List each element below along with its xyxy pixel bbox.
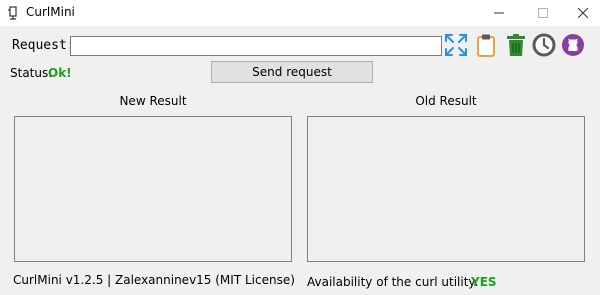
minimize-button[interactable] [476,0,522,26]
minimize-icon [494,12,504,14]
curl-availability-label: Availability of the curl utility: [307,275,479,289]
close-icon [578,8,588,18]
expand-button[interactable] [443,32,469,58]
history-button[interactable] [531,32,557,58]
new-result-label: New Result [119,94,187,108]
request-label: Request: [12,38,75,53]
maximize-icon [538,8,548,18]
new-result-box[interactable] [14,116,292,262]
old-result-label: Old Result [415,94,477,108]
app-icon [8,6,17,20]
github-button[interactable] [560,32,586,58]
clipboard-button[interactable] [473,32,499,58]
clipboard-icon [477,34,495,57]
request-input[interactable] [70,36,442,56]
trash-icon [507,34,525,56]
old-result-box[interactable] [307,116,585,262]
version-info: CurlMini v1.2.5 | Zalexanninev15 (MIT Li… [13,273,295,287]
expand-icon [445,34,467,56]
github-icon [562,34,584,56]
trash-button[interactable] [503,32,529,58]
window-title: CurlMini [26,5,75,19]
history-icon [532,33,556,57]
curl-availability-value: YES [471,275,497,289]
send-request-button[interactable]: Send request [211,61,373,83]
status-value: Ok! [48,66,72,80]
status-label: Status: [10,66,53,80]
title-bar: CurlMini [0,0,600,26]
close-button[interactable] [560,0,600,26]
